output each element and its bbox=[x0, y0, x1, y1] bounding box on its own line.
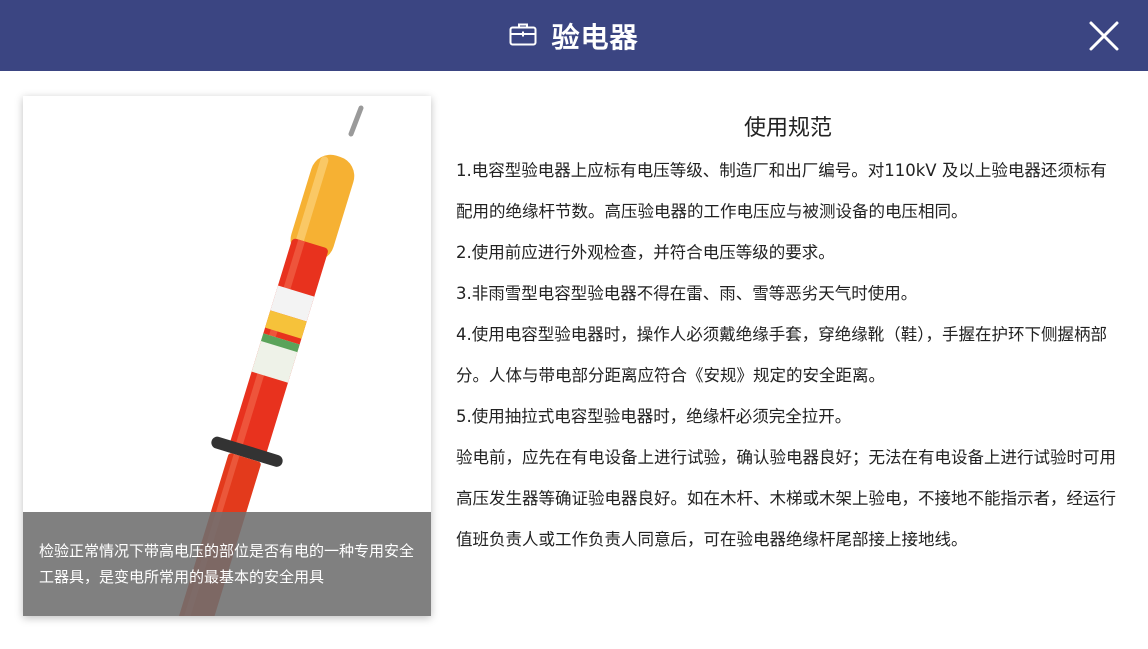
spec-paragraph-6: 验电前，应先在有电设备上进行试验，确认验电器良好；无法在有电设备上进行试验时可用… bbox=[456, 448, 1116, 549]
image-caption: 检验正常情况下带高电压的部位是否有电的一种专用安全工器具，是变电所常用的最基本的… bbox=[23, 512, 431, 616]
close-button[interactable] bbox=[1088, 20, 1120, 52]
product-card: 检验正常情况下带高电压的部位是否有电的一种专用安全工器具，是变电所常用的最基本的… bbox=[23, 96, 431, 616]
section-title: 使用规范 bbox=[743, 116, 832, 141]
spec-paragraph-2: 2.使用前应进行外观检查，并符合电压等级的要求。 bbox=[456, 243, 835, 262]
spec-paragraph-3: 3.非雨雪型电容型验电器不得在雷、雨、雪等恶劣天气时使用。 bbox=[456, 284, 918, 303]
spec-paragraph-1: 1.电容型验电器上应标有电压等级、制造厂和出厂编号。对110kV 及以上验电器还… bbox=[456, 161, 1107, 221]
toolbox-icon bbox=[509, 22, 537, 50]
close-icon[interactable] bbox=[1088, 20, 1120, 52]
spec-paragraph-5: 5.使用抽拉式电容型验电器时，绝缘杆必须完全拉开。 bbox=[456, 407, 852, 426]
usage-spec-section: 使用规范 1.电容型验电器上应标有电压等级、制造厂和出厂编号。对110kV 及以… bbox=[456, 112, 1120, 560]
header-bar: 验电器 bbox=[0, 0, 1148, 71]
spec-paragraph-4: 4.使用电容型验电器时，操作人必须戴绝缘手套，穿绝缘靴（鞋），手握在护环下侧握柄… bbox=[456, 325, 1107, 385]
header-title-group: 验电器 bbox=[0, 0, 1148, 71]
page-title: 验电器 bbox=[551, 20, 639, 54]
